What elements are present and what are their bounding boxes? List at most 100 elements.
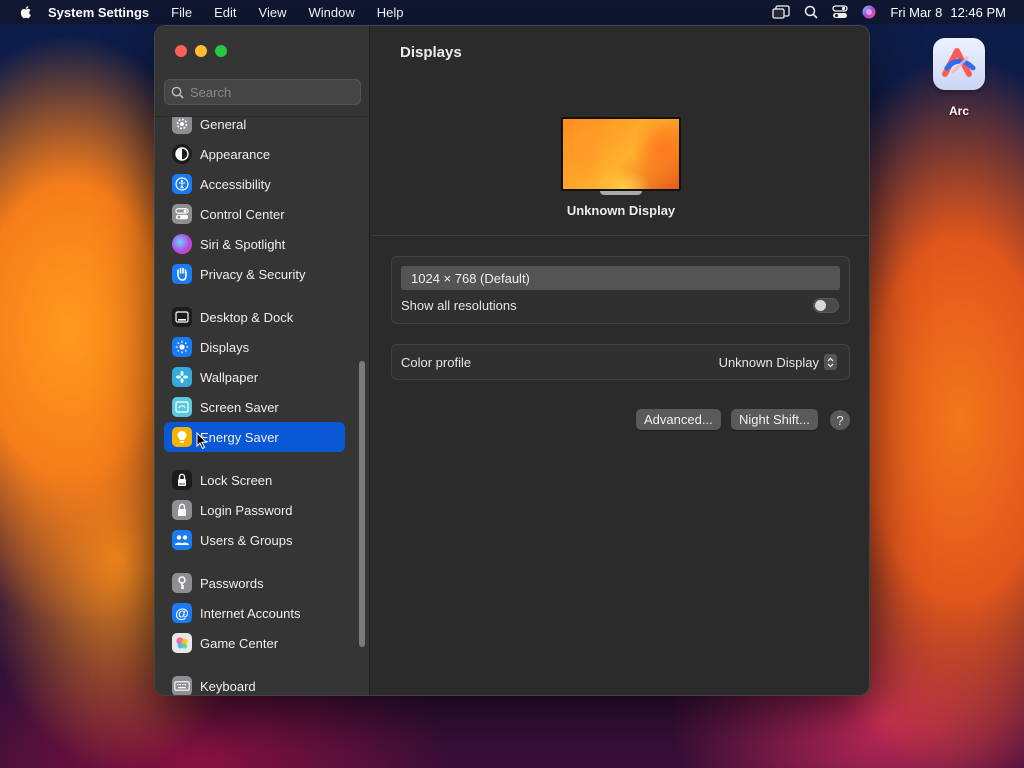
sidebar-item-label: Privacy & Security [200, 266, 306, 282]
color-profile-label: Color profile [401, 355, 472, 370]
sidebar-item-internet-accounts[interactable]: @ Internet Accounts [164, 598, 345, 628]
control-center-icon[interactable] [832, 5, 848, 19]
sidebar-item-label: Game Center [200, 635, 279, 651]
sidebar-item-wallpaper[interactable]: Wallpaper [164, 362, 345, 392]
sidebar-item-label: Desktop & Dock [200, 309, 294, 325]
sidebar-item-users-groups[interactable]: Users & Groups [164, 525, 345, 555]
zoom-window-button[interactable] [215, 45, 227, 57]
mouse-cursor-icon [196, 432, 208, 450]
sun-icon [172, 337, 192, 357]
page-title: Displays [400, 44, 462, 61]
sidebar-list: General Appearance Accessibility Control… [155, 116, 370, 695]
search-icon[interactable] [804, 5, 818, 19]
night-shift-button[interactable]: Night Shift... [731, 409, 818, 430]
sidebar-item-control-center[interactable]: Control Center [164, 199, 345, 229]
color-profile-group: Color profile Unknown Display [391, 344, 850, 380]
sidebar-item-label: Screen Saver [200, 399, 279, 415]
padlock-icon [172, 500, 192, 520]
window-controls [175, 45, 227, 57]
sidebar-item-label: Login Password [200, 502, 293, 518]
sidebar-item-label: Siri & Spotlight [200, 236, 286, 252]
help-button[interactable]: ? [830, 410, 850, 430]
show-all-resolutions-label: Show all resolutions [401, 298, 517, 313]
search-input[interactable] [190, 84, 350, 100]
sidebar-item-appearance[interactable]: Appearance [164, 139, 345, 169]
sidebar-item-siri-spotlight[interactable]: Siri & Spotlight [164, 229, 345, 259]
lock-icon [172, 470, 192, 490]
sidebar-item-label: Wallpaper [200, 369, 259, 385]
minimize-window-button[interactable] [195, 45, 207, 57]
divider [371, 235, 869, 236]
sidebar-item-accessibility[interactable]: Accessibility [164, 169, 345, 199]
menu-help[interactable]: Help [377, 5, 404, 20]
sidebar-item-label: Displays [200, 339, 250, 355]
menu-view[interactable]: View [259, 5, 287, 20]
gear-icon [172, 117, 192, 134]
sidebar-item-passwords[interactable]: Passwords [164, 568, 345, 598]
sidebar-item-energy-saver[interactable]: Energy Saver [164, 422, 345, 452]
screen-mirroring-icon[interactable] [772, 5, 790, 19]
apple-icon[interactable] [18, 4, 34, 20]
siri-icon[interactable] [862, 5, 876, 19]
siri-icon [172, 234, 192, 254]
menu-window[interactable]: Window [308, 5, 354, 20]
sidebar-item-keyboard[interactable]: Keyboard [164, 671, 345, 695]
menu-clock[interactable]: Fri Mar 8 12:46 PM [890, 5, 1006, 20]
sidebar-item-login-password[interactable]: Login Password [164, 495, 345, 525]
sidebar-item-screen-saver[interactable]: Screen Saver [164, 392, 345, 422]
hand-icon [172, 264, 192, 284]
sidebar-item-game-center[interactable]: Game Center [164, 628, 345, 658]
display-thumbnail[interactable] [561, 117, 681, 191]
sidebar-item-label: Users & Groups [200, 532, 293, 548]
menu-edit[interactable]: Edit [214, 5, 236, 20]
resolution-group: 1024 × 768 (Default) Show all resolution… [391, 256, 850, 324]
color-profile-popup[interactable]: Unknown Display [719, 354, 837, 370]
sidebar-item-label: General [200, 116, 247, 132]
sidebar-item-label: Internet Accounts [200, 605, 301, 621]
display-wallpaper-preview [563, 119, 679, 189]
key-icon [172, 573, 192, 593]
menu-file[interactable]: File [171, 5, 192, 20]
wallpaper-icon [172, 367, 192, 387]
at-icon: @ [172, 603, 192, 623]
sidebar-item-label: Passwords [200, 575, 264, 591]
sidebar-item-label: Keyboard [200, 678, 256, 694]
menu-app-name[interactable]: System Settings [48, 5, 149, 20]
menu-date: Fri Mar 8 [890, 4, 943, 20]
sidebar-item-privacy-security[interactable]: Privacy & Security [164, 259, 345, 289]
users-icon [172, 530, 192, 550]
accessibility-icon [172, 174, 192, 194]
system-settings-window: General Appearance Accessibility Control… [154, 25, 870, 696]
close-window-button[interactable] [175, 45, 187, 57]
arc-app-icon[interactable] [933, 38, 985, 90]
sidebar-scrollbar[interactable] [359, 361, 365, 647]
show-all-resolutions-toggle[interactable] [813, 298, 839, 313]
keyboard-icon [172, 676, 192, 695]
display-stand [600, 191, 642, 195]
arc-label: Arc [948, 104, 969, 118]
game-center-icon [172, 633, 192, 653]
sidebar-item-label: Appearance [200, 146, 271, 162]
screen-saver-icon [172, 397, 192, 417]
display-name: Unknown Display [566, 203, 676, 218]
sidebar-search[interactable] [164, 79, 361, 105]
sidebar-item-desktop-dock[interactable]: Desktop & Dock [164, 302, 345, 332]
dock-icon [172, 307, 192, 327]
sidebar-item-label: Lock Screen [200, 472, 273, 488]
desktop-arc-shortcut[interactable]: Arc [929, 38, 989, 118]
sidebar-item-displays[interactable]: Displays [164, 332, 345, 362]
control-center-icon [172, 204, 192, 224]
sidebar-item-general[interactable]: General [164, 116, 345, 139]
sidebar-item-label: Energy Saver [200, 429, 279, 445]
advanced-button[interactable]: Advanced... [636, 409, 721, 430]
resolution-option[interactable]: 1024 × 768 (Default) [401, 266, 840, 290]
appearance-icon [172, 144, 192, 164]
menu-time: 12:46 PM [950, 4, 1006, 20]
popup-chevron-icon [824, 354, 837, 370]
sidebar-item-label: Accessibility [200, 176, 271, 192]
color-profile-value: Unknown Display [718, 354, 819, 370]
sidebar: General Appearance Accessibility Control… [155, 26, 370, 695]
sidebar-item-label: Control Center [200, 206, 285, 222]
toggle-knob [815, 300, 826, 311]
sidebar-item-lock-screen[interactable]: Lock Screen [164, 465, 345, 495]
